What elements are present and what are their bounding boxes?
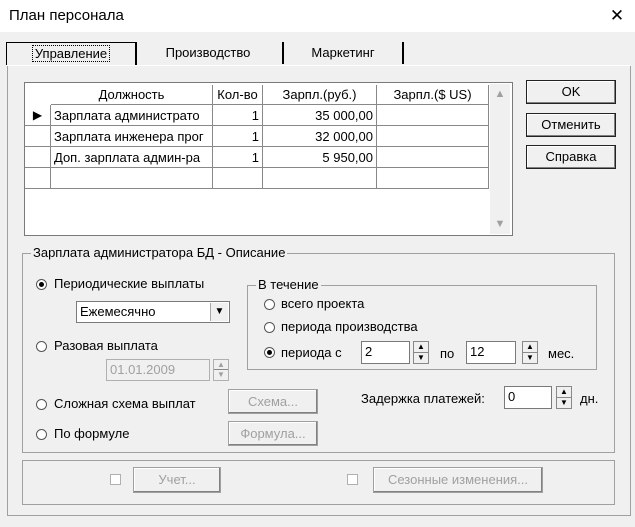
tab-management-label: Управление: [31, 45, 111, 62]
periodic-label: Периодические выплаты: [54, 276, 205, 291]
spin-up-icon[interactable]: ▲: [414, 342, 428, 353]
cell-quantity[interactable]: 1: [213, 105, 263, 126]
close-icon[interactable]: ✕: [606, 5, 628, 27]
one-time-label: Разовая выплата: [54, 338, 158, 353]
cell-salary-usd[interactable]: [377, 126, 489, 147]
one-time-date-field[interactable]: 01.01.2009: [106, 359, 210, 381]
formula-button[interactable]: Формула...: [228, 421, 318, 446]
grid-scrollbar[interactable]: ▲ ▼: [490, 84, 510, 234]
row-indicator: [25, 126, 51, 147]
column-header-salary-rub[interactable]: Зарпл.(руб.): [263, 85, 377, 105]
spin-up-icon[interactable]: ▲: [523, 342, 537, 353]
one-time-date-spinner[interactable]: ▲ ▼: [213, 359, 229, 381]
spin-down-icon[interactable]: ▼: [523, 353, 537, 364]
tab-marketing[interactable]: Маркетинг: [284, 42, 404, 64]
complex-scheme-radio[interactable]: [36, 399, 47, 410]
seasonal-checkbox[interactable]: [347, 474, 358, 485]
cell-position[interactable]: Зарплата администрато: [51, 105, 213, 126]
period-from-spinner[interactable]: ▲ ▼: [413, 341, 429, 364]
cell-salary-usd[interactable]: [377, 147, 489, 168]
period-to-spinner[interactable]: ▲ ▼: [522, 341, 538, 364]
one-time-radio[interactable]: [36, 341, 47, 352]
scroll-down-icon[interactable]: ▼: [490, 218, 510, 230]
staff-grid[interactable]: Должность Кол-во Зарпл.(руб.) Зарпл.($ U…: [24, 82, 513, 236]
cell-position[interactable]: Доп. зарплата админ-ра: [51, 147, 213, 168]
tab-production[interactable]: Производство: [134, 42, 284, 64]
periodicity-select[interactable]: Ежемесячно ▼: [76, 301, 230, 323]
periodicity-value: Ежемесячно: [80, 304, 156, 319]
cancel-button[interactable]: Отменить: [526, 113, 616, 137]
during-legend: В течение: [256, 277, 321, 292]
cell-empty[interactable]: [263, 168, 377, 189]
spin-down-icon[interactable]: ▼: [557, 398, 571, 409]
account-checkbox[interactable]: [110, 474, 121, 485]
spin-down-icon[interactable]: ▼: [414, 353, 428, 364]
whole-project-radio[interactable]: [264, 299, 275, 310]
cell-empty[interactable]: [213, 168, 263, 189]
period-from-radio[interactable]: [264, 347, 275, 358]
column-header-salary-usd[interactable]: Зарпл.($ US): [377, 85, 489, 105]
period-from-field[interactable]: 2: [361, 341, 410, 364]
cell-empty[interactable]: [377, 168, 489, 189]
delay-unit-label: дн.: [580, 391, 599, 406]
current-row-indicator-icon: ▶: [25, 105, 51, 126]
tab-management[interactable]: Управление: [6, 42, 137, 66]
delay-label: Задержка платежей:: [361, 391, 485, 406]
formula-label: По формуле: [54, 426, 130, 441]
production-period-label: периода производства: [281, 319, 418, 334]
delay-field[interactable]: 0: [504, 386, 552, 409]
periodic-radio[interactable]: [36, 279, 47, 290]
help-button[interactable]: Справка: [526, 145, 616, 169]
cell-empty[interactable]: [51, 168, 213, 189]
chevron-down-icon[interactable]: ▼: [210, 303, 228, 321]
seasonal-changes-button[interactable]: Сезонные изменения...: [373, 467, 543, 493]
cell-salary-rub[interactable]: 32 000,00: [263, 126, 377, 147]
complex-scheme-label: Сложная схема выплат: [54, 396, 196, 411]
column-header-position[interactable]: Должность: [51, 85, 213, 105]
cell-quantity[interactable]: 1: [213, 147, 263, 168]
row-indicator: [25, 147, 51, 168]
ok-button[interactable]: OK: [526, 80, 616, 104]
delay-spinner[interactable]: ▲ ▼: [556, 386, 572, 409]
scroll-up-icon[interactable]: ▲: [490, 88, 510, 100]
account-button[interactable]: Учет...: [133, 467, 221, 493]
period-to-label: по: [440, 346, 455, 361]
period-unit-label: мес.: [548, 346, 575, 361]
cell-position[interactable]: Зарплата инженера прог: [51, 126, 213, 147]
period-to-field[interactable]: 12: [466, 341, 516, 364]
row-indicator: [25, 168, 51, 189]
spin-up-icon[interactable]: ▲: [557, 387, 571, 398]
window-title: План персонала: [9, 7, 124, 24]
cell-salary-rub[interactable]: 35 000,00: [263, 105, 377, 126]
spin-down-icon[interactable]: ▼: [214, 370, 228, 380]
formula-radio[interactable]: [36, 429, 47, 440]
production-period-radio[interactable]: [264, 322, 275, 333]
cell-quantity[interactable]: 1: [213, 126, 263, 147]
whole-project-label: всего проекта: [281, 296, 365, 311]
cell-salary-usd[interactable]: [377, 105, 489, 126]
scheme-button[interactable]: Схема...: [228, 389, 318, 414]
cell-salary-rub[interactable]: 5 950,00: [263, 147, 377, 168]
column-header-quantity[interactable]: Кол-во: [213, 85, 263, 105]
spin-up-icon[interactable]: ▲: [214, 360, 228, 370]
description-legend: Зарплата администратора БД - Описание: [31, 245, 288, 260]
period-from-label: периода с: [281, 345, 342, 360]
